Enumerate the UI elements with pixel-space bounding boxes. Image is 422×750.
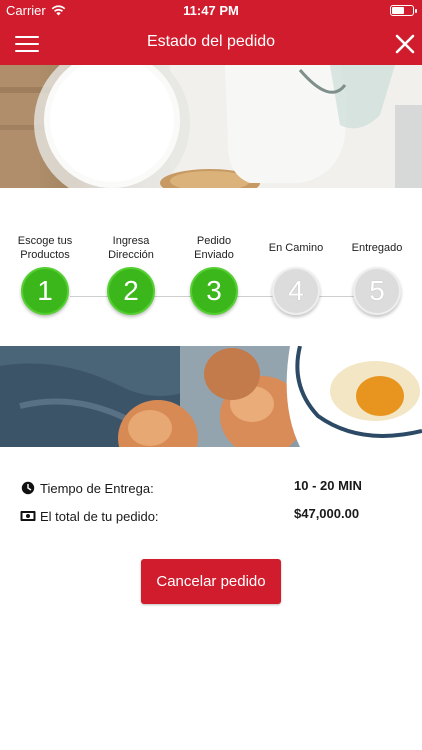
battery-fill — [392, 7, 404, 14]
step-1: Escoge tus Productos 1 — [10, 230, 80, 315]
step-number: 4 — [272, 267, 320, 315]
step-2: Ingresa Dirección 2 — [96, 230, 166, 315]
clock-icon — [20, 480, 36, 496]
order-progress-steps: Escoge tus Productos 1 Ingresa Dirección… — [0, 230, 422, 330]
step-4: En Camino 4 — [261, 230, 331, 315]
delivery-time-value: 10 - 20 MIN — [294, 478, 362, 493]
milk-banner-image — [0, 65, 422, 188]
cancel-order-button[interactable]: Cancelar pedido — [141, 559, 281, 604]
battery-indicator — [390, 5, 417, 16]
step-5: Entregado 5 — [342, 230, 412, 315]
money-icon — [20, 508, 36, 524]
step-number: 3 — [190, 267, 238, 315]
nav-bar: Estado del pedido — [0, 22, 422, 65]
order-total-label: El total de tu pedido: — [40, 508, 159, 524]
step-label: Escoge tus Productos — [17, 235, 73, 261]
eggs-banner-image — [0, 346, 422, 447]
status-bar: Carrier 11:47 PM — [0, 0, 422, 22]
step-number: 5 — [353, 267, 401, 315]
battery-icon — [390, 5, 417, 16]
step-3: Pedido Enviado 3 — [179, 230, 249, 315]
status-time: 11:47 PM — [183, 3, 239, 18]
step-number: 2 — [107, 267, 155, 315]
page-title: Estado del pedido — [146, 33, 276, 50]
step-number: 1 — [21, 267, 69, 315]
step-label: Entregado — [351, 242, 403, 254]
delivery-time-label: Tiempo de Entrega: — [40, 480, 154, 496]
step-label: En Camino — [268, 242, 324, 254]
step-label: Ingresa Dirección — [108, 235, 154, 261]
order-total-value: $47,000.00 — [294, 506, 360, 521]
step-label: Pedido Enviado — [194, 235, 234, 261]
close-icon[interactable] — [394, 33, 416, 55]
